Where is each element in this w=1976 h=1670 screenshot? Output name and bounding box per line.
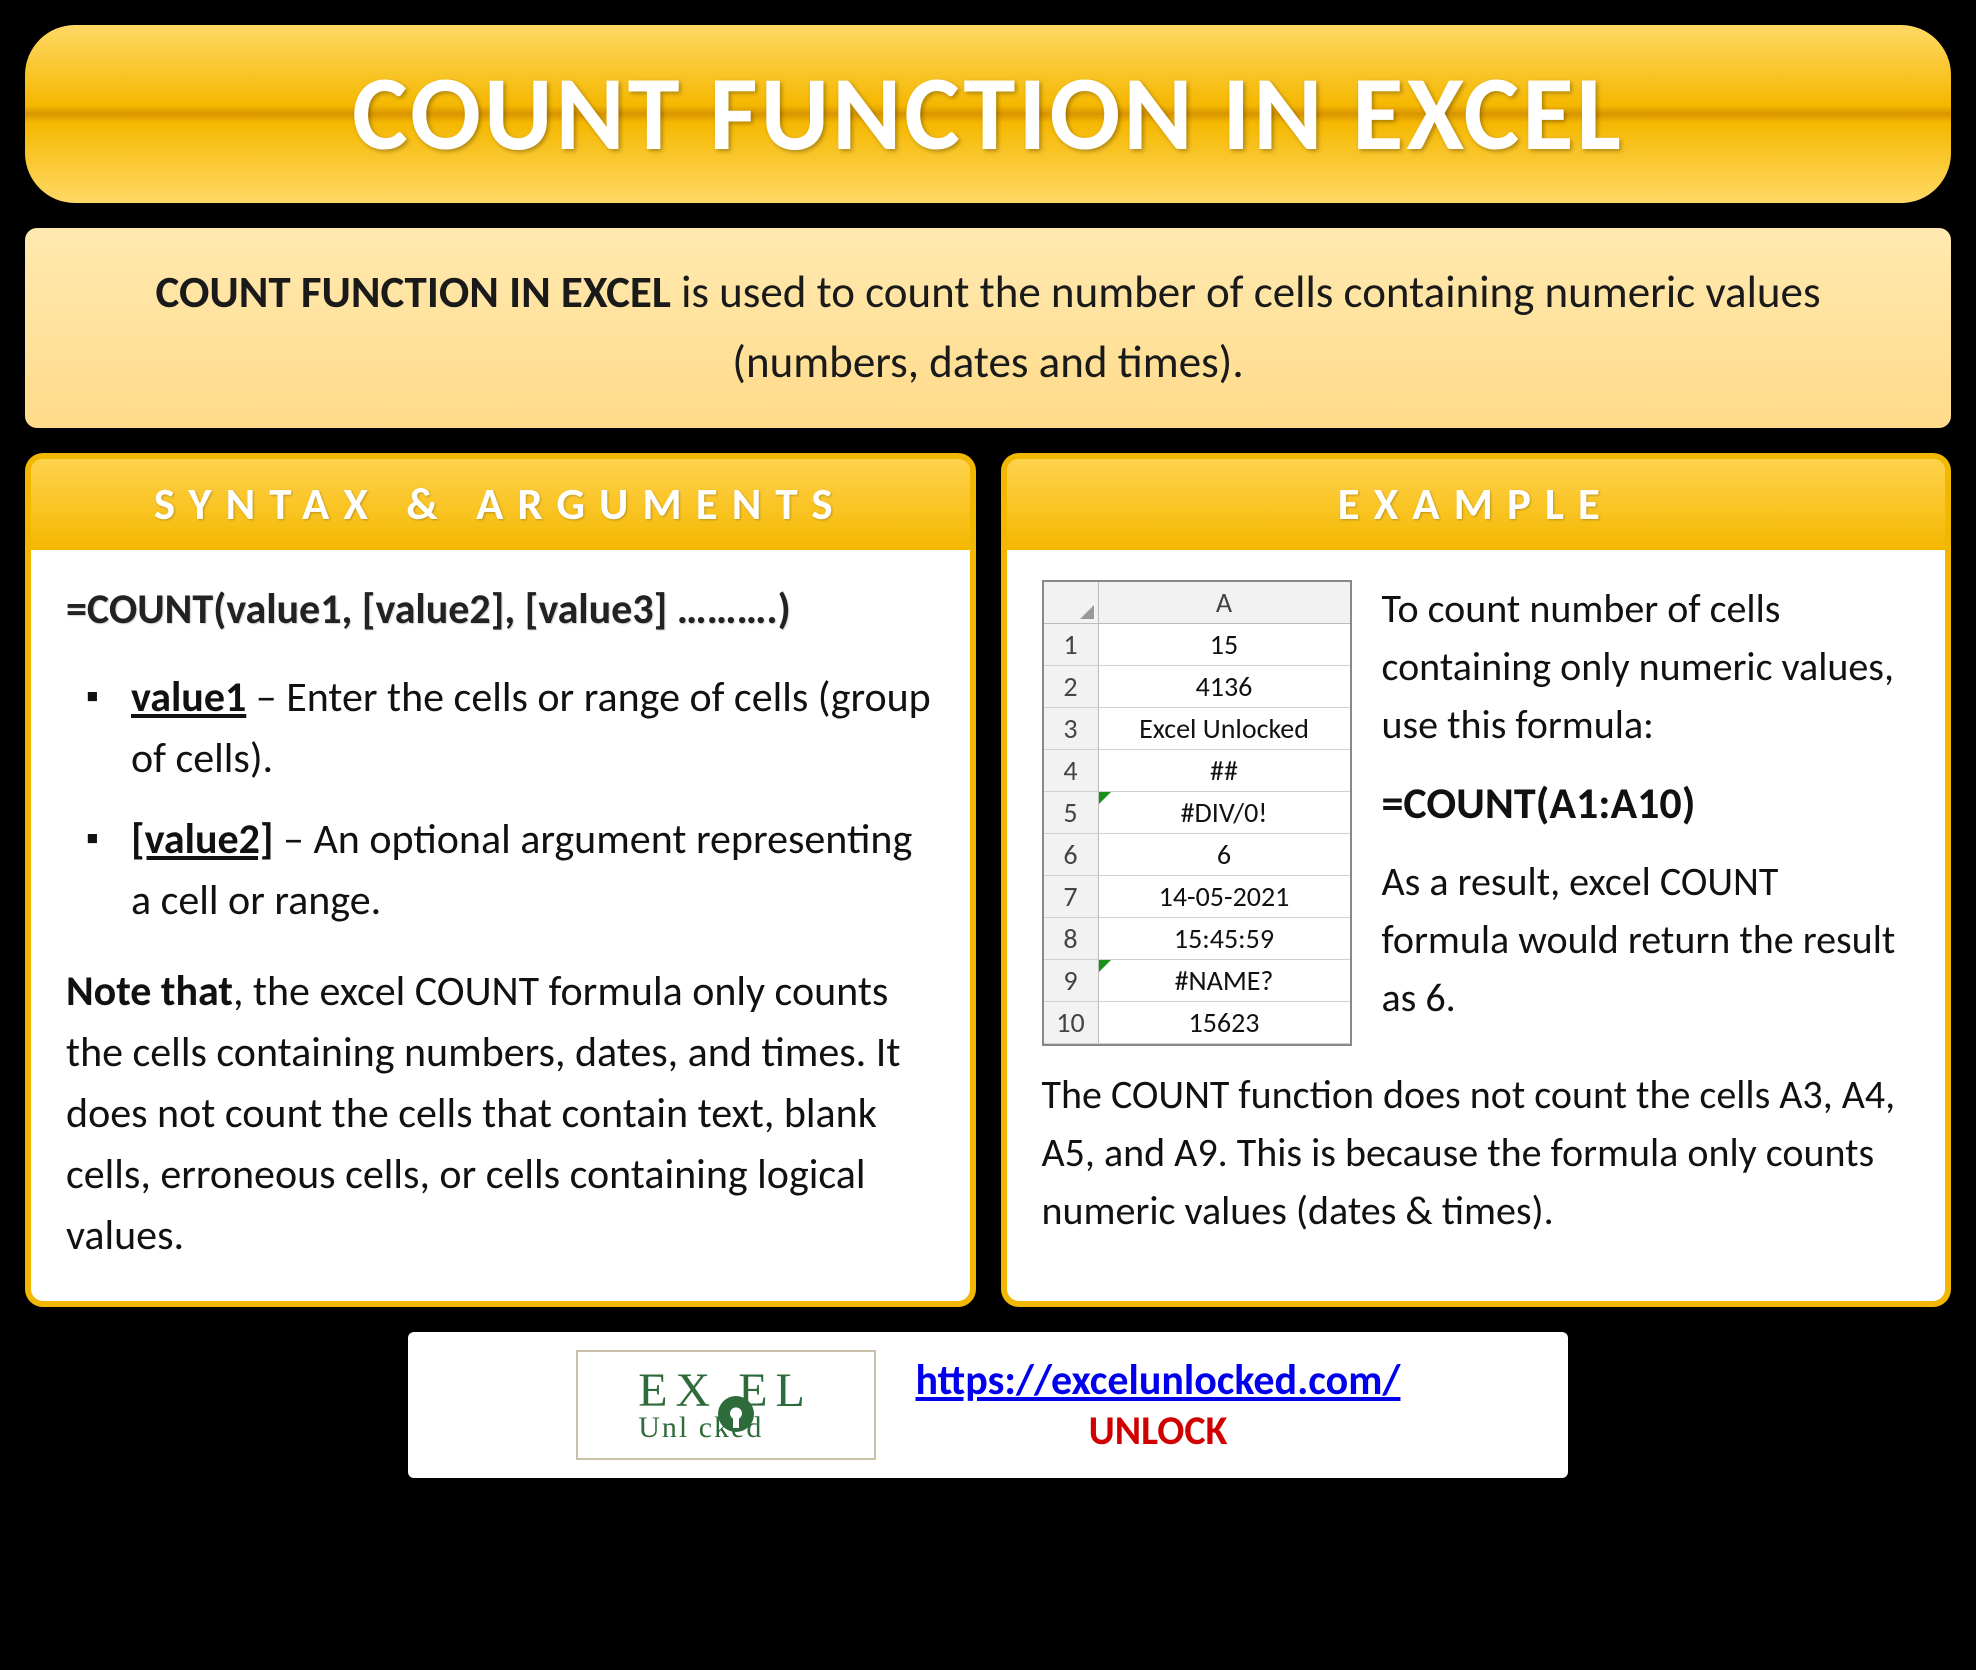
example-header: EXAMPLE [1007, 459, 1946, 550]
cell: #DIV/0! [1099, 792, 1350, 834]
column-header: A [1099, 582, 1350, 624]
row-header: 7 [1044, 876, 1099, 918]
list-item: value1 – Enter the cells or range of cel… [86, 668, 935, 790]
description-bold: COUNT FUNCTION IN EXCEL [155, 265, 670, 320]
row-header: 8 [1044, 918, 1099, 960]
spreadsheet-sample: A 115 24136 3Excel Unlocked 4## 5#DIV/0!… [1042, 580, 1352, 1046]
arg-text: – Enter the cells or range of cells (gro… [131, 672, 931, 784]
row-header: 2 [1044, 666, 1099, 708]
syntax-panel: SYNTAX & ARGUMENTS =COUNT(value1, [value… [25, 453, 976, 1308]
row-header: 3 [1044, 708, 1099, 750]
example-formula: =COUNT(A1:A10) [1382, 772, 1911, 836]
row-header: 10 [1044, 1002, 1099, 1044]
cell: 14-05-2021 [1099, 876, 1350, 918]
row-header: 1 [1044, 624, 1099, 666]
syntax-formula: =COUNT(value1, [value2], [value3] ……….) [66, 580, 935, 641]
arg-name: value1 [131, 672, 246, 723]
keyhole-icon [718, 1396, 754, 1432]
arg-name: [value2] [131, 814, 274, 865]
note-label: Note that [66, 966, 233, 1017]
description-text: is used to count the number of cells con… [671, 265, 1821, 390]
cell: 15623 [1099, 1002, 1350, 1044]
cell: 15:45:59 [1099, 918, 1350, 960]
example-text-block: To count number of cells containing only… [1382, 580, 1911, 1028]
cell: #NAME? [1099, 960, 1350, 1002]
cell: ## [1099, 750, 1350, 792]
footer-unlock-text: UNLOCK [1089, 1406, 1228, 1455]
page-title: COUNT FUNCTION IN EXCEL [65, 50, 1911, 178]
cell: 6 [1099, 834, 1350, 876]
example-result: As a result, excel COUNT formula would r… [1382, 853, 1911, 1027]
sheet-corner [1044, 582, 1099, 624]
syntax-note: Note that, the excel COUNT formula only … [66, 962, 935, 1266]
title-bar: COUNT FUNCTION IN EXCEL [25, 25, 1951, 203]
row-header: 5 [1044, 792, 1099, 834]
footer: EX EL Unl cked https://excelunlocked.com… [408, 1332, 1568, 1478]
example-note: The COUNT function does not count the ce… [1042, 1066, 1911, 1240]
row-header: 6 [1044, 834, 1099, 876]
cell: 15 [1099, 624, 1350, 666]
example-panel: EXAMPLE A 115 24136 3Excel Unlocked 4## … [1001, 453, 1952, 1308]
footer-url-link[interactable]: https://excelunlocked.com/ [916, 1355, 1401, 1406]
list-item: [value2] – An optional argument represen… [86, 810, 935, 932]
description-bar: COUNT FUNCTION IN EXCEL is used to count… [25, 228, 1951, 428]
row-header: 9 [1044, 960, 1099, 1002]
syntax-header: SYNTAX & ARGUMENTS [31, 459, 970, 550]
excel-unlocked-logo: EX EL Unl cked [576, 1350, 876, 1460]
cell: 4136 [1099, 666, 1350, 708]
row-header: 4 [1044, 750, 1099, 792]
argument-list: value1 – Enter the cells or range of cel… [66, 668, 935, 932]
cell: Excel Unlocked [1099, 708, 1350, 750]
example-intro: To count number of cells containing only… [1382, 580, 1911, 754]
